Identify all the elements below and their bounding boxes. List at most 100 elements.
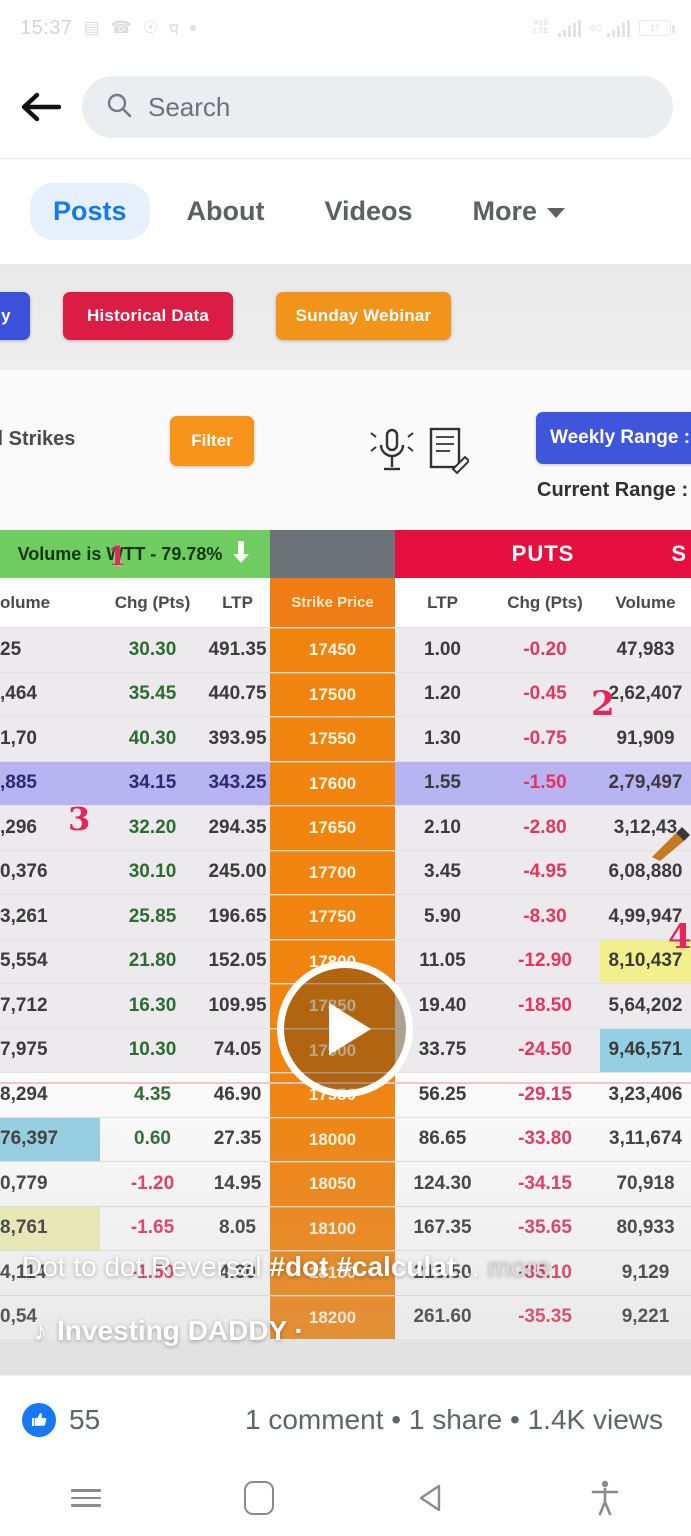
back-triangle-icon[interactable]	[346, 1481, 519, 1515]
cell-ltp_r: 86.65	[418, 1128, 467, 1150]
play-triangle	[329, 1003, 371, 1055]
cell-ltp_l: 46.90	[213, 1083, 262, 1105]
filter-button[interactable]: Filter	[170, 416, 254, 466]
table-row[interactable]: ,464 35.45 440.75 17500 1.20 -0.45 2,62,407	[0, 671, 691, 716]
partial-blue-chip[interactable]: y	[0, 292, 30, 340]
video-caption[interactable]: Dot to dot Reversal #dot #calculat... mo…	[0, 1251, 691, 1283]
cell-chg_r: -24.50	[518, 1039, 572, 1061]
cell-vol_r: 80,933	[616, 1217, 675, 1239]
cell-ltp_r: 1.00	[424, 638, 461, 660]
status-bar-left: 15:37 ▤ ☎ ☉ प	[20, 17, 196, 40]
thumbs-up-icon	[22, 1402, 56, 1437]
like-group[interactable]: 55	[22, 1402, 101, 1437]
header-chg-left: Chg (Pts)	[114, 592, 191, 612]
search-input[interactable]: Search	[82, 76, 673, 138]
post-stats[interactable]: 1 comment • 1 share • 1.4K views	[245, 1404, 663, 1436]
table-row[interactable]: 0,779 -1.20 14.95 18050 124.30 -34.15 70,918	[0, 1161, 691, 1206]
caption-text: Dot to dot Reversal	[22, 1251, 270, 1282]
table-row[interactable]: 8,761 -1.65 8.05 18100 167.35 -35.65 80,933	[0, 1205, 691, 1250]
tab-videos-label: Videos	[324, 196, 413, 226]
tab-about[interactable]: About	[164, 183, 288, 240]
cell-ltp_l: 8.05	[219, 1217, 256, 1239]
cell-chg_r: -12.90	[518, 950, 572, 972]
cell-vol_r: 5,64,202	[608, 994, 683, 1016]
tab-more[interactable]: More	[450, 183, 589, 240]
cell-strike: 17750	[270, 895, 395, 939]
cell-ltp_l: 14.95	[213, 1172, 262, 1194]
accessibility-icon[interactable]	[518, 1480, 691, 1516]
app-filter-strip: ll Strikes Filter Weekly Range : Current…	[0, 370, 691, 530]
caption-see-more[interactable]: more	[487, 1251, 551, 1282]
volte-icon: VoD LTE	[533, 20, 549, 36]
cell-vol_l: 1,70	[0, 727, 37, 749]
cell-vol_l: 7,712	[0, 994, 48, 1016]
video-post-media[interactable]: y Historical Data Sunday Webinar ll Stri…	[0, 264, 691, 1375]
cell-ltp_r: 1.20	[424, 683, 461, 705]
table-row[interactable]: ,296 32.20 294.35 17650 2.10 -2.80 3,12,43	[0, 805, 691, 850]
table-row[interactable]: 1,70 40.30 393.95 17550 1.30 -0.75 91,909	[0, 716, 691, 761]
music-note-icon: ♪	[34, 1315, 47, 1346]
cell-strike: 18000	[270, 1117, 395, 1161]
chain-band-row: Volume is WTT - 79.78% PUTS S	[0, 530, 691, 578]
table-row[interactable]: ,885 34.15 343.25 17600 1.55 -1.50 2,79,497	[0, 760, 691, 805]
cell-ltp_l: 27.35	[213, 1128, 262, 1150]
cell-strike: 17700	[270, 850, 395, 894]
historical-data-chip[interactable]: Historical Data	[63, 292, 233, 340]
cell-ltp_l: 491.35	[208, 638, 267, 660]
cell-ltp_l: 245.00	[208, 861, 267, 883]
cell-vol_l: 76,397	[0, 1117, 100, 1161]
caption-ellipsis: ...	[456, 1251, 488, 1282]
weekly-range-button[interactable]: Weekly Range :	[536, 412, 691, 464]
tab-posts[interactable]: Posts	[30, 183, 150, 240]
chain-column-headers: olume Chg (Pts) LTP Strike Price LTP Chg…	[0, 578, 691, 627]
battery-icon: 17	[639, 20, 675, 36]
header-chg-right: Chg (Pts)	[507, 592, 583, 612]
play-button-icon[interactable]	[277, 961, 413, 1097]
cell-ltp_r: 1.55	[424, 772, 461, 794]
engagement-bar: 55 1 comment • 1 share • 1.4K views	[0, 1375, 691, 1463]
home-icon[interactable]	[173, 1481, 346, 1515]
tab-videos[interactable]: Videos	[302, 183, 436, 240]
microphone-icon[interactable]	[370, 425, 414, 480]
notes-edit-icon[interactable]	[425, 425, 471, 480]
tab-posts-label: Posts	[53, 196, 127, 226]
cell-ltp_l: 109.95	[208, 994, 267, 1016]
annotation-number-3: 3	[68, 800, 91, 838]
cell-ltp_r: 167.35	[413, 1217, 472, 1239]
header-ltp-left: LTP	[222, 592, 253, 612]
cell-ltp_l: 393.95	[208, 727, 267, 749]
header-ltp-right: LTP	[427, 592, 458, 612]
music-attribution[interactable]: ♪ Investing DADDY ·	[34, 1315, 304, 1347]
cell-vol_l: 7,975	[0, 1039, 48, 1061]
table-row[interactable]: 76,397 0.60 27.35 18000 86.65 -33.80 3,11,674	[0, 1116, 691, 1161]
tab-more-label: More	[472, 196, 538, 226]
cell-strike: 17600	[270, 761, 395, 805]
header-volume-left: olume	[0, 592, 51, 612]
status-bar-right: VoD LTE 4G 17	[533, 19, 675, 37]
cell-ltp_l: 152.05	[208, 950, 267, 972]
table-row[interactable]: 25 30.30 491.35 17450 1.00 -0.20 47,983	[0, 627, 691, 672]
sunday-webinar-label: Sunday Webinar	[295, 306, 432, 325]
table-row[interactable]: 0,376 30.10 245.00 17700 3.45 -4.95 6,08,880	[0, 849, 691, 894]
cell-vol_r: 3,11,674	[609, 1128, 682, 1150]
cell-ltp_r: 3.45	[424, 861, 461, 883]
table-row[interactable]: 3,261 25.85 196.65 17750 5.90 -8.30 4,99,947	[0, 894, 691, 939]
cell-ltp_l: 343.25	[208, 772, 267, 794]
cell-strike: 17550	[270, 717, 395, 761]
pen-cursor-icon	[650, 827, 690, 866]
back-arrow-icon[interactable]	[18, 84, 64, 130]
puts-edge-label: S	[671, 541, 687, 566]
cell-vol_r: 3,23,406	[608, 1083, 683, 1105]
status-bar: 15:37 ▤ ☎ ☉ प VoD LTE 4G 17	[0, 0, 691, 56]
cell-ltp_l: 440.75	[208, 683, 267, 705]
cell-chg_l: 34.15	[128, 772, 177, 794]
battery-level: 17	[649, 23, 660, 33]
recents-icon[interactable]	[0, 1484, 173, 1512]
puts-label: PUTS	[511, 541, 575, 566]
cell-chg_l: -1.20	[130, 1172, 175, 1194]
call-muted-icon: ☎	[110, 18, 132, 37]
like-count: 55	[69, 1403, 101, 1435]
sunday-webinar-chip[interactable]: Sunday Webinar	[276, 292, 451, 340]
cell-vol_l: ,464	[0, 683, 37, 705]
cell-chg_r: -4.95	[523, 861, 567, 883]
